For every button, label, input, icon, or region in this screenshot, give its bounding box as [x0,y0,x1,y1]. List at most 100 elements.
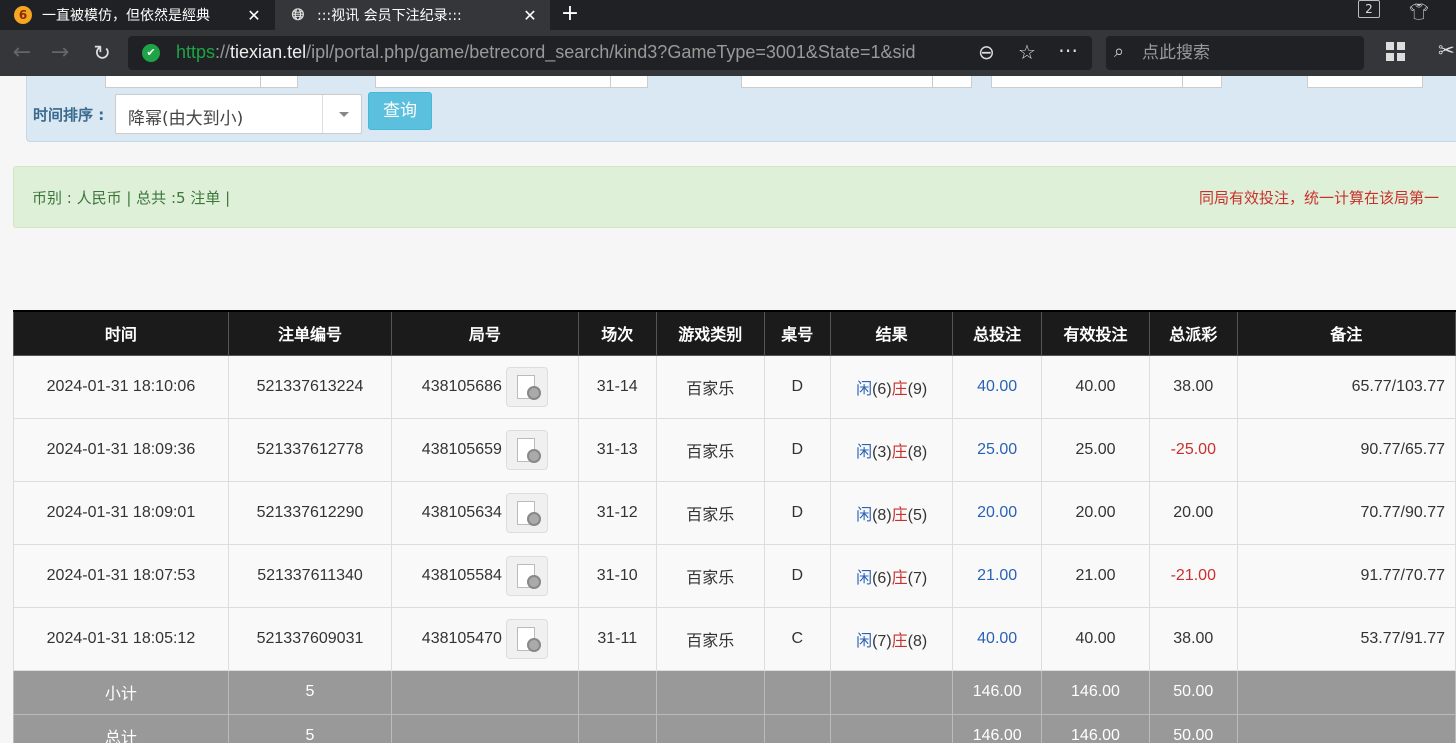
cell-valid-bet: 21.00 [1040,543,1151,608]
secure-shield-icon[interactable]: ✔ [142,44,160,62]
filter-input-stub[interactable] [1182,76,1222,88]
browser-tab-2[interactable]: 🌐︎ :::视讯 会员下注纪录::: ✕ [275,0,550,30]
player-label: 闲 [856,443,873,461]
player-score: (7) [872,632,892,650]
cell-bet-id: 521337613224 [227,354,393,419]
subtotal-count: 5 [227,669,393,715]
query-button[interactable]: 查询 [368,92,432,130]
cell-table: C [763,606,831,671]
col-header-table[interactable]: 桌号 [763,310,831,356]
cell-session: 31-14 [577,354,657,419]
cell-total-bet[interactable]: 40.00 [952,606,1042,671]
table-row: 2024-01-31 18:05:12 521337609031 438105470… [13,606,1456,671]
cell-payout: 20.00 [1149,480,1238,545]
cell-total-bet[interactable]: 20.00 [952,480,1042,545]
close-tab-icon[interactable]: ✕ [518,6,542,25]
cell-total-bet[interactable]: 40.00 [952,354,1042,419]
url-text[interactable]: https://tiexian.tel/ipl/portal.php/game/… [176,42,968,63]
table-row: 2024-01-31 18:09:36 521337612778 438105659… [13,417,1456,482]
reload-button[interactable]: ↻ [88,38,116,68]
filter-input-stub[interactable] [260,76,298,88]
cell-payout: 38.00 [1149,606,1238,671]
empty-cell [655,713,765,743]
browser-tab-bar: 6 一直被模仿，但依然是經典 ✕ 🌐︎ :::视讯 会员下注纪录::: ✕ + … [0,0,1456,30]
more-icon[interactable]: ⋯ [1058,38,1078,62]
col-header-bet-id[interactable]: 注单编号 [227,310,393,356]
cell-result: 闲(8)庄(5) [829,480,954,545]
back-button[interactable]: ← [8,38,36,68]
cell-session: 31-10 [577,543,657,608]
grand-total-label: 总计 [13,713,229,743]
col-header-result[interactable]: 结果 [829,310,954,356]
cell-note: 53.77/91.77 [1236,606,1456,671]
video-replay-icon[interactable] [505,429,548,470]
col-header-valid-bet[interactable]: 有效投注 [1040,310,1151,356]
sort-order-value: 降幂(由大到小) [128,109,244,129]
filter-input-stub[interactable] [375,76,611,88]
grand-total-payout: 50.00 [1149,713,1238,743]
page-content: 时间排序 : 降幂(由大到小) 查询 币别 : 人民币 | 总共 :5 注单 |… [0,76,1456,743]
cell-table: D [763,480,831,545]
col-header-session[interactable]: 场次 [577,310,657,356]
bet-records-table: 时间 注单编号 局号 场次 游戏类别 桌号 结果 总投注 有效投注 总派彩 备注… [13,310,1456,743]
forward-button[interactable]: → [46,38,74,68]
browser-toolbar: ← → ↻ ✔ https://tiexian.tel/ipl/portal.p… [0,30,1456,76]
empty-cell [1236,713,1456,743]
close-tab-icon[interactable]: ✕ [242,6,266,25]
summary-alert: 币别 : 人民币 | 总共 :5 注单 | 同局有效投注，统一计算在该局第一 [13,166,1456,228]
browser-tab-1[interactable]: 6 一直被模仿，但依然是經典 ✕ [0,0,274,30]
col-header-round[interactable]: 局号 [391,310,579,356]
cell-valid-bet: 25.00 [1040,417,1151,482]
bookmark-star-icon[interactable]: ☆ [1018,40,1036,64]
empty-cell [391,713,579,743]
banker-label: 庄 [891,632,908,650]
filter-input-stub[interactable] [741,76,933,88]
scissors-icon[interactable]: ✂ [1438,38,1455,62]
cell-round: 438105470 [391,606,579,671]
tab-count-badge[interactable]: 2 [1358,0,1380,18]
filter-input-stub[interactable] [991,76,1183,88]
apps-grid-icon[interactable] [1386,42,1406,62]
caret-down-icon[interactable] [339,112,349,117]
banker-score: (9) [907,380,928,398]
video-replay-icon[interactable] [505,366,548,407]
col-header-note[interactable]: 备注 [1236,310,1456,356]
cell-note: 65.77/103.77 [1236,354,1456,419]
cell-game: 百家乐 [655,480,765,545]
search-box[interactable]: ⌕ [1106,36,1364,70]
zoom-out-icon[interactable]: ⊖ [978,40,995,64]
skin-icon[interactable]: 👕︎ [1408,2,1430,21]
subtotal-label: 小计 [13,669,229,715]
cell-time: 2024-01-31 18:09:36 [13,417,229,482]
table-row: 2024-01-31 18:09:01 521337612290 438105634… [13,480,1456,545]
cell-total-bet[interactable]: 21.00 [952,543,1042,608]
empty-cell [829,669,954,715]
banker-score: (8) [907,632,928,650]
cell-result: 闲(7)庄(8) [829,606,954,671]
bet-summary: 币别 : 人民币 | 总共 :5 注单 | [32,189,231,207]
col-header-payout[interactable]: 总派彩 [1149,310,1238,356]
filter-input-stub[interactable] [932,76,972,88]
video-replay-icon[interactable] [505,555,548,596]
player-score: (6) [872,380,892,398]
new-tab-button[interactable]: + [558,0,582,30]
video-replay-icon[interactable] [505,618,548,659]
video-replay-icon[interactable] [505,492,548,533]
filter-input-stub[interactable] [1307,76,1423,88]
sort-order-select[interactable]: 降幂(由大到小) [115,94,362,134]
col-header-game[interactable]: 游戏类别 [655,310,765,356]
empty-cell [1236,669,1456,715]
address-bar[interactable]: ✔ https://tiexian.tel/ipl/portal.php/gam… [128,36,1092,70]
search-input[interactable] [1142,42,1352,64]
cell-total-bet[interactable]: 25.00 [952,417,1042,482]
cell-result: 闲(3)庄(8) [829,417,954,482]
empty-cell [763,713,831,743]
filter-input-stub[interactable] [610,76,648,88]
cell-note: 91.77/70.77 [1236,543,1456,608]
cell-session: 31-11 [577,606,657,671]
sort-label: 时间排序 : [33,106,105,124]
col-header-time[interactable]: 时间 [13,310,229,356]
col-header-total-bet[interactable]: 总投注 [952,310,1042,356]
cell-bet-id: 521337609031 [227,606,393,671]
filter-input-stub[interactable] [105,76,261,88]
